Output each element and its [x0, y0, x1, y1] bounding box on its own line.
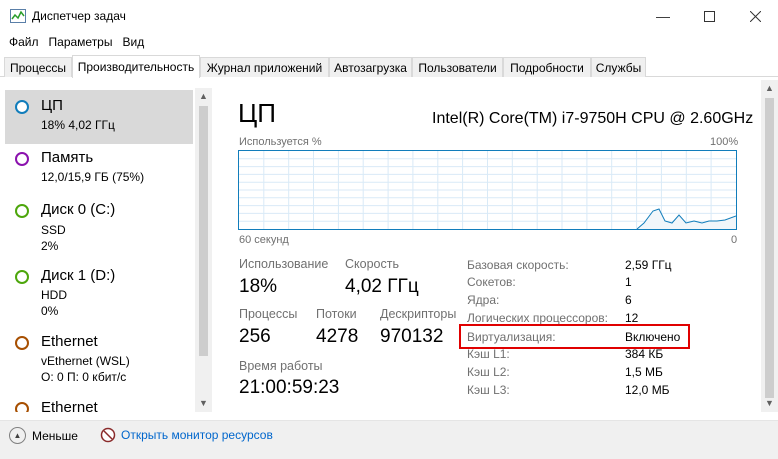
- prop-value-sockets: 1: [625, 275, 632, 289]
- ethernet-indicator-icon: [15, 336, 29, 350]
- speed-label: Скорость: [345, 257, 399, 271]
- prop-label-l3: Кэш L3:: [467, 383, 510, 397]
- prop-value-l3: 12,0 МБ: [625, 383, 670, 397]
- sidebar-item-cpu[interactable]: ЦП 18% 4,02 ГГц: [5, 90, 193, 144]
- prop-value-logical: 12: [625, 311, 639, 325]
- prop-label-base-speed: Базовая скорость:: [467, 258, 569, 272]
- tab-app-history[interactable]: Журнал приложений: [200, 57, 329, 77]
- sidebar-item-detail: HDD: [41, 288, 67, 302]
- threads-label: Потоки: [316, 307, 357, 321]
- performance-sidebar: ЦП 18% 4,02 ГГц Память 12,0/15,9 ГБ (75%…: [5, 88, 212, 412]
- chevron-up-icon: ▲: [9, 427, 26, 444]
- scroll-down-icon[interactable]: ▼: [761, 395, 778, 412]
- tab-users[interactable]: Пользователи: [412, 57, 503, 77]
- sidebar-item-disk0[interactable]: Диск 0 (C:) SSD 2%: [5, 194, 193, 258]
- footer-bar: ▲ Меньше Открыть монитор ресурсов: [0, 420, 778, 459]
- sidebar-item-disk1[interactable]: Диск 1 (D:) HDD 0%: [5, 260, 193, 324]
- graph-label-usage: Используется %: [239, 136, 322, 148]
- scroll-up-icon[interactable]: ▲: [195, 88, 212, 105]
- usage-value: 18%: [239, 276, 278, 297]
- prop-label-cores: Ядра:: [467, 293, 500, 307]
- tab-services[interactable]: Службы: [591, 57, 646, 77]
- sidebar-item-detail: SSD: [41, 223, 66, 237]
- sidebar-item-title: Ethernet: [41, 333, 98, 350]
- sidebar-item-detail: 2%: [41, 239, 59, 253]
- sidebar-item-title: Ethernet: [41, 399, 98, 412]
- cpu-model: Intel(R) Core(TM) i7-9750H CPU @ 2.60GHz: [432, 110, 754, 127]
- graph-label-max: 100%: [710, 136, 739, 148]
- menu-options[interactable]: Параметры: [44, 32, 118, 54]
- fewer-details-button[interactable]: ▲ Меньше: [9, 427, 78, 444]
- threads-value: 4278: [316, 326, 359, 347]
- main-scrollbar[interactable]: ▲ ▼: [761, 80, 778, 412]
- sidebar-item-title: ЦП: [41, 97, 63, 114]
- maximize-icon: [703, 10, 715, 22]
- uptime-value: 21:00:59:23: [239, 377, 340, 398]
- cpu-graph-svg: [239, 151, 737, 230]
- tab-details[interactable]: Подробности: [503, 57, 591, 77]
- page-title: ЦП: [238, 98, 276, 128]
- window-title: Диспетчер задач: [32, 9, 126, 23]
- sidebar-item-detail: vEthernet (WSL): [41, 354, 130, 368]
- prop-value-l1: 384 КБ: [625, 347, 664, 361]
- sidebar-item-memory[interactable]: Память 12,0/15,9 ГБ (75%): [5, 142, 193, 196]
- fewer-details-label: Меньше: [32, 428, 78, 443]
- prop-label-l2: Кэш L2:: [467, 365, 510, 379]
- sidebar-item-title: Диск 0 (C:): [41, 201, 116, 218]
- prop-value-cores: 6: [625, 293, 632, 307]
- speed-value: 4,02 ГГц: [345, 276, 419, 297]
- disk-indicator-icon: [15, 204, 29, 218]
- uptime-label: Время работы: [239, 359, 323, 373]
- graph-label-zero: 0: [731, 234, 738, 246]
- graph-label-time: 60 секунд: [239, 234, 289, 246]
- resource-monitor-label: Открыть монитор ресурсов: [121, 428, 273, 442]
- sidebar-item-detail: О: 0 П: 0 кбит/с: [41, 370, 127, 384]
- sidebar-item-title: Диск 1 (D:): [41, 267, 116, 284]
- title-bar: Диспетчер задач —: [0, 0, 778, 32]
- sidebar-item-ethernet[interactable]: Ethernet: [5, 392, 193, 412]
- prop-label-logical: Логических процессоров:: [467, 311, 608, 325]
- processes-value: 256: [239, 326, 271, 347]
- minimize-icon: —: [656, 8, 670, 24]
- handles-value: 970132: [380, 326, 444, 347]
- prop-value-base-speed: 2,59 ГГц: [625, 258, 672, 272]
- close-icon: [749, 10, 761, 22]
- scrollbar-thumb[interactable]: [765, 98, 774, 398]
- menu-bar: Файл Параметры Вид: [0, 32, 778, 54]
- scrollbar-thumb[interactable]: [199, 106, 208, 356]
- menu-file[interactable]: Файл: [4, 32, 44, 54]
- prop-label-l1: Кэш L1:: [467, 347, 510, 361]
- prop-value-l2: 1,5 МБ: [625, 365, 663, 379]
- processes-label: Процессы: [239, 307, 298, 321]
- tab-bar: Процессы Производительность Журнал прило…: [0, 55, 778, 78]
- scroll-up-icon[interactable]: ▲: [761, 80, 778, 97]
- disk-indicator-icon: [15, 270, 29, 284]
- tab-startup[interactable]: Автозагрузка: [329, 57, 412, 77]
- scroll-down-icon[interactable]: ▼: [195, 395, 212, 412]
- resource-monitor-icon: [100, 427, 116, 443]
- cpu-indicator-icon: [15, 100, 29, 114]
- sidebar-item-detail: 18% 4,02 ГГц: [41, 118, 115, 132]
- close-button[interactable]: [732, 0, 778, 32]
- prop-label-sockets: Сокетов:: [467, 275, 516, 289]
- menu-view[interactable]: Вид: [117, 32, 149, 54]
- sidebar-scrollbar[interactable]: ▲ ▼: [195, 88, 212, 412]
- cpu-usage-graph: [238, 150, 737, 230]
- ethernet-indicator-icon: [15, 402, 29, 412]
- sidebar-item-detail: 12,0/15,9 ГБ (75%): [41, 170, 145, 184]
- usage-label: Использование: [239, 257, 329, 271]
- tab-processes[interactable]: Процессы: [4, 57, 72, 77]
- sidebar-item-title: Память: [41, 149, 94, 166]
- task-manager-window: Диспетчер задач — Файл Параметры Вид Про…: [0, 0, 778, 459]
- virtualization-highlight: [459, 324, 690, 349]
- handles-label: Дескрипторы: [380, 307, 457, 321]
- maximize-button[interactable]: [686, 0, 732, 32]
- open-resource-monitor-link[interactable]: Открыть монитор ресурсов: [100, 427, 273, 443]
- memory-indicator-icon: [15, 152, 29, 166]
- task-manager-icon: [10, 9, 26, 23]
- sidebar-item-detail: 0%: [41, 304, 59, 318]
- minimize-button[interactable]: —: [640, 0, 686, 32]
- tab-performance[interactable]: Производительность: [72, 55, 200, 78]
- sidebar-item-ethernet-wsl[interactable]: Ethernet vEthernet (WSL) О: 0 П: 0 кбит/…: [5, 326, 193, 390]
